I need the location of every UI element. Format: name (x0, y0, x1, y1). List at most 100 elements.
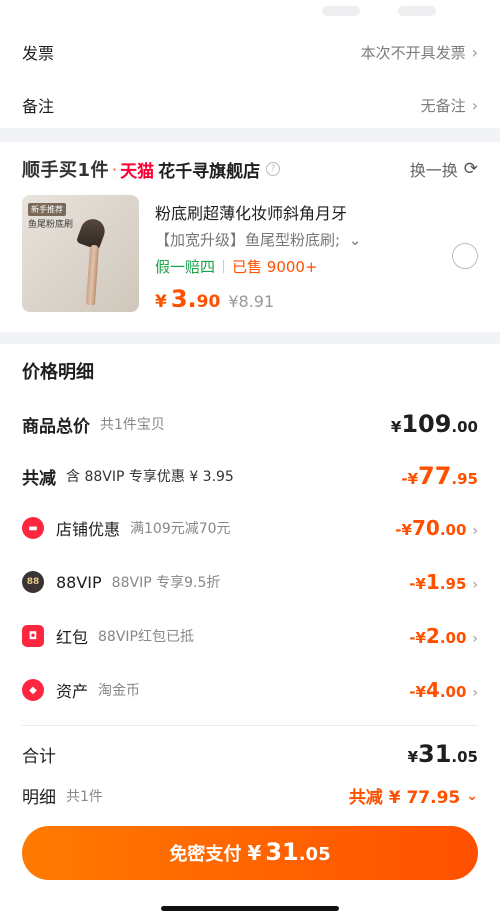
goods-total-label: 商品总价 (22, 416, 90, 437)
product-price: ¥ 3. 90 ¥8.91 (155, 285, 274, 313)
amount-decimal: .00 (439, 521, 467, 539)
assets-sub: 淘金币 (98, 683, 141, 699)
goods-total-sub: 共1件宝贝 (100, 417, 165, 433)
shop-name[interactable]: 花千寻旗舰店 (158, 157, 260, 182)
chevron-right-icon: › (472, 577, 478, 593)
detail-row[interactable]: 明细 共1件 共减 ¥ 77.95 ⌄ (22, 783, 478, 809)
image-tag: 新手推荐 (28, 203, 66, 216)
amount-integer: 109 (401, 410, 452, 438)
image-caption: 鱼尾粉底刷 (28, 220, 74, 230)
shop-discount-row[interactable]: ▬ 店铺优惠 满109元减70元 -¥ 70 .00 › (22, 516, 478, 540)
detail-count: 共1件 (66, 788, 103, 805)
help-icon[interactable]: ? (266, 162, 281, 176)
currency-symbol: -¥ (409, 575, 426, 593)
brush-handle-graphic (85, 244, 100, 306)
detail-discount-text: 共减 ¥ 77.95 (348, 788, 461, 808)
goods-total-row: 商品总价 共1件宝贝 ¥ 109 .00 (22, 410, 478, 438)
goods-total-amount: ¥ 109 .00 (391, 410, 478, 438)
currency-symbol: -¥ (395, 521, 412, 539)
red-packet-label: 红包 (56, 628, 89, 647)
vip-sub: 88VIP 专享9.5折 (111, 575, 221, 591)
product-image[interactable]: 新手推荐 鱼尾粉底刷 (22, 195, 139, 312)
tmall-logo: 天猫 (120, 161, 155, 182)
swap-button[interactable]: 换一换 ⟳ (410, 157, 478, 181)
vip-amount: -¥ 1 .95 › (409, 570, 478, 594)
vip-row[interactable]: 88 88VIP 88VIP 专享9.5折 -¥ 1 .95 › (22, 570, 478, 594)
remark-row[interactable]: 备注 无备注 › (22, 93, 478, 117)
tag-icon: ◆ (22, 679, 44, 701)
home-indicator (161, 906, 339, 911)
pay-button-label: 免密支付 (169, 844, 242, 865)
scroll-hint (322, 6, 360, 16)
sold-count: 已售 9000+ (232, 258, 318, 276)
product-spec: 【加宽升级】鱼尾型粉底刷; (155, 231, 341, 249)
pay-amount-decimal: .05 (298, 844, 331, 865)
chevron-right-icon: › (472, 631, 478, 647)
product-title[interactable]: 粉底刷超薄化妆师斜角月牙 (155, 200, 347, 224)
product-spec-selector[interactable]: 【加宽升级】鱼尾型粉底刷; ⌄ (155, 229, 361, 250)
total-discount-row: 共减 含 88VIP 专享优惠 ¥ 3.95 -¥ 77 .95 (22, 462, 478, 490)
product-tags: 假一赔四 已售 9000+ (155, 256, 318, 277)
swap-label: 换一换 (409, 161, 458, 180)
price-symbol: ¥ (155, 292, 167, 312)
separator-dot: · (112, 159, 118, 179)
select-product-radio[interactable] (452, 243, 478, 269)
tag-divider (223, 260, 225, 273)
shop-discount-label: 店铺优惠 (56, 520, 121, 539)
price-decimal: 90 (196, 292, 221, 312)
divider (22, 725, 478, 726)
red-packet-sub: 88VIP红包已抵 (98, 629, 194, 645)
chevron-down-icon: ⌄ (348, 231, 362, 249)
red-packet-row[interactable]: ◘ 红包 88VIP红包已抵 -¥ 2 .00 › (22, 624, 478, 648)
detail-label: 明细 (22, 788, 56, 808)
currency-symbol: -¥ (409, 629, 426, 647)
remark-label: 备注 (22, 97, 55, 116)
red-packet-icon: ◘ (22, 625, 44, 647)
chevron-right-icon: › (471, 95, 478, 115)
amount-decimal: .00 (439, 629, 467, 647)
amount-decimal: .95 (439, 575, 467, 593)
chevron-double-down-icon: ⌄ (466, 787, 478, 804)
amount-integer: 70 (411, 516, 440, 540)
amount-integer: 1 (425, 570, 440, 594)
chevron-right-icon: › (471, 42, 478, 62)
total-amount: ¥ 31 .05 (408, 740, 478, 768)
guarantee-tag: 假一赔四 (155, 258, 216, 276)
vip-88-icon: 88 (22, 571, 44, 593)
amount-decimal: .00 (439, 683, 467, 701)
refresh-icon: ⟳ (463, 159, 478, 179)
amount-integer: 2 (425, 624, 440, 648)
invoice-row[interactable]: 发票 本次不开具发票 › (22, 40, 478, 64)
assets-amount: -¥ 4 .00 › (409, 678, 478, 702)
total-label: 合计 (22, 746, 56, 767)
total-discount-sub: 含 88VIP 专享优惠 ¥ 3.95 (66, 469, 234, 485)
assets-row[interactable]: ◆ 资产 淘金币 -¥ 4 .00 › (22, 678, 478, 702)
chevron-right-icon: › (472, 523, 478, 539)
remark-value: 无备注 (420, 96, 466, 115)
red-packet-amount: -¥ 2 .00 › (409, 624, 478, 648)
detail-discount[interactable]: 共减 ¥ 77.95 ⌄ (348, 783, 478, 809)
invoice-value: 本次不开具发票 (360, 43, 466, 62)
original-price: ¥8.91 (228, 292, 275, 311)
chevron-right-icon: › (472, 685, 478, 701)
assets-label: 资产 (56, 682, 89, 701)
total-row: 合计 ¥ 31 .05 (22, 740, 478, 768)
amount-integer: 77 (418, 462, 452, 490)
currency-symbol: -¥ (401, 470, 419, 488)
amount-decimal: .95 (451, 470, 478, 488)
amount-integer: 4 (425, 678, 440, 702)
total-discount-label: 共减 (22, 468, 56, 489)
currency-symbol: ¥ (390, 418, 402, 436)
currency-symbol: -¥ (409, 683, 426, 701)
price-detail-title: 价格明细 (22, 362, 94, 383)
shop-discount-sub: 满109元减70元 (130, 521, 231, 537)
amount-decimal: .00 (451, 418, 478, 436)
currency-symbol: ¥ (407, 748, 419, 766)
scroll-hint (398, 6, 436, 16)
pay-amount-integer: 31 (265, 838, 299, 866)
invoice-label: 发票 (22, 44, 55, 63)
brand-prefix: 顺手买1件 (22, 160, 110, 181)
order-options-card: 发票 本次不开具发票 › 备注 无备注 › (0, 0, 500, 128)
pay-button[interactable]: 免密支付 ¥ 31 .05 (22, 826, 478, 880)
shop-header: 顺手买1件 · 天猫 花千寻旗舰店 ? 换一换 ⟳ (22, 156, 478, 182)
